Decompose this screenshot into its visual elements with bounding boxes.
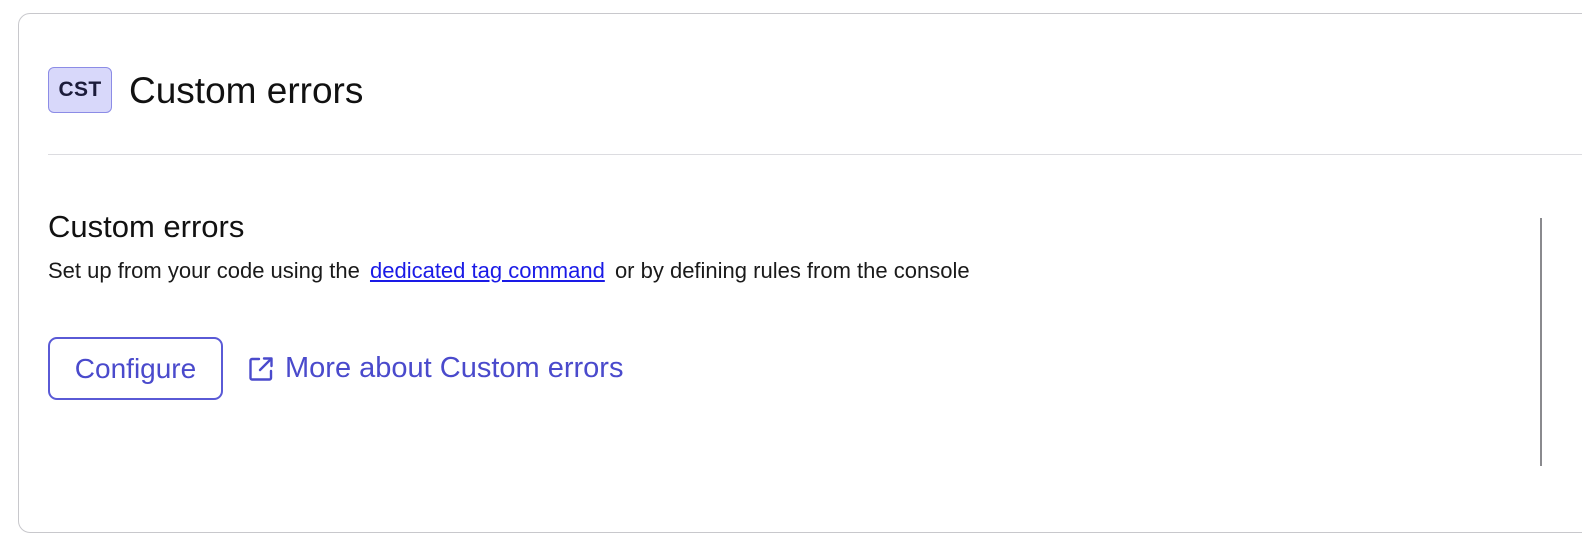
- panel-header: CST Custom errors: [48, 66, 363, 114]
- configure-button[interactable]: Configure: [48, 337, 223, 400]
- page-title: Custom errors: [129, 69, 364, 111]
- dedicated-tag-command-link[interactable]: dedicated tag command: [370, 258, 605, 283]
- external-link-icon: [247, 355, 275, 383]
- description-text-before: Set up from your code using the: [48, 258, 360, 283]
- more-about-label: More about Custom errors: [285, 352, 624, 384]
- description-text-after: or by defining rules from the console: [614, 258, 970, 283]
- scrollbar[interactable]: [1540, 218, 1542, 466]
- cst-badge: CST: [48, 67, 112, 113]
- actions-row: Configure More about Custom errors: [48, 337, 623, 400]
- section-title: Custom errors: [48, 209, 245, 244]
- header-divider: [48, 154, 1582, 155]
- more-about-custom-errors-link[interactable]: More about Custom errors: [247, 352, 623, 385]
- section-description: Set up from your code using the dedicate…: [48, 257, 970, 286]
